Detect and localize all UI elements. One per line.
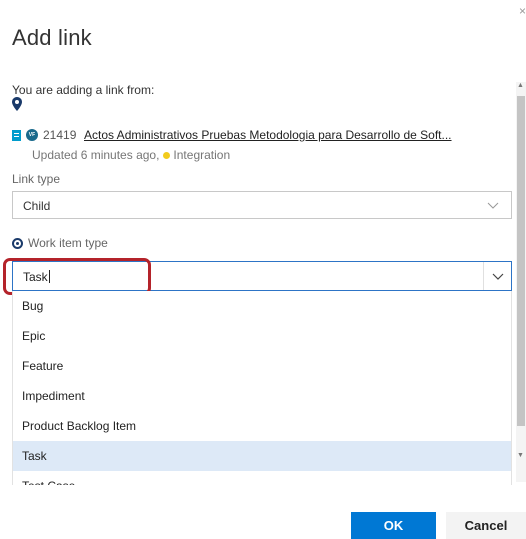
work-item-meta: Updated 6 minutes ago, Integration (32, 148, 230, 162)
annotation-highlight (3, 258, 151, 295)
source-work-item: VF 21419 Actos Administrativos Pruebas M… (12, 127, 512, 143)
work-item-type-dropdown: Bug Epic Feature Impediment Product Back… (12, 291, 512, 485)
work-item-title-link[interactable]: Actos Administrativos Pruebas Metodologi… (84, 128, 494, 142)
state-text: Integration (173, 148, 231, 162)
work-item-id: 21419 (43, 128, 77, 142)
ok-button[interactable]: OK (351, 512, 436, 539)
scroll-thumb[interactable] (517, 96, 525, 426)
option-product-backlog-item[interactable]: Product Backlog Item (13, 411, 511, 441)
option-bug[interactable]: Bug (13, 291, 511, 321)
location-pin-icon (12, 97, 22, 111)
work-item-type-label: Work item type (28, 236, 108, 250)
link-type-select[interactable]: Child (12, 191, 512, 219)
dialog-title: Add link (12, 25, 92, 50)
scroll-down-icon[interactable]: ▼ (517, 452, 524, 459)
option-test-case[interactable]: Test Case (13, 471, 511, 485)
option-epic[interactable]: Epic (13, 321, 511, 351)
adding-from-heading: You are adding a link from: (12, 83, 155, 97)
option-task[interactable]: Task (13, 441, 511, 471)
close-icon[interactable]: × (519, 4, 526, 18)
link-type-label: Link type (12, 172, 61, 186)
product-backlog-item-icon (12, 130, 21, 141)
updated-text: Updated 6 minutes ago, (32, 148, 160, 162)
chevron-down-icon (487, 202, 499, 209)
dropdown-toggle-button[interactable] (483, 262, 511, 290)
vertical-scrollbar[interactable]: ▲ ▼ (516, 82, 526, 482)
option-impediment[interactable]: Impediment (13, 381, 511, 411)
scroll-up-icon[interactable]: ▲ (517, 82, 524, 89)
state-dot-icon (163, 151, 171, 159)
link-type-value: Child (23, 199, 51, 213)
chevron-down-icon (492, 273, 504, 280)
cancel-button[interactable]: Cancel (446, 512, 526, 539)
dialog-content: You are adding a link from: VF 21419 Act… (0, 75, 516, 485)
option-feature[interactable]: Feature (13, 351, 511, 381)
radio-selected-icon (12, 238, 23, 249)
avatar: VF (26, 129, 38, 141)
work-item-type-radio[interactable]: Work item type (12, 236, 108, 250)
